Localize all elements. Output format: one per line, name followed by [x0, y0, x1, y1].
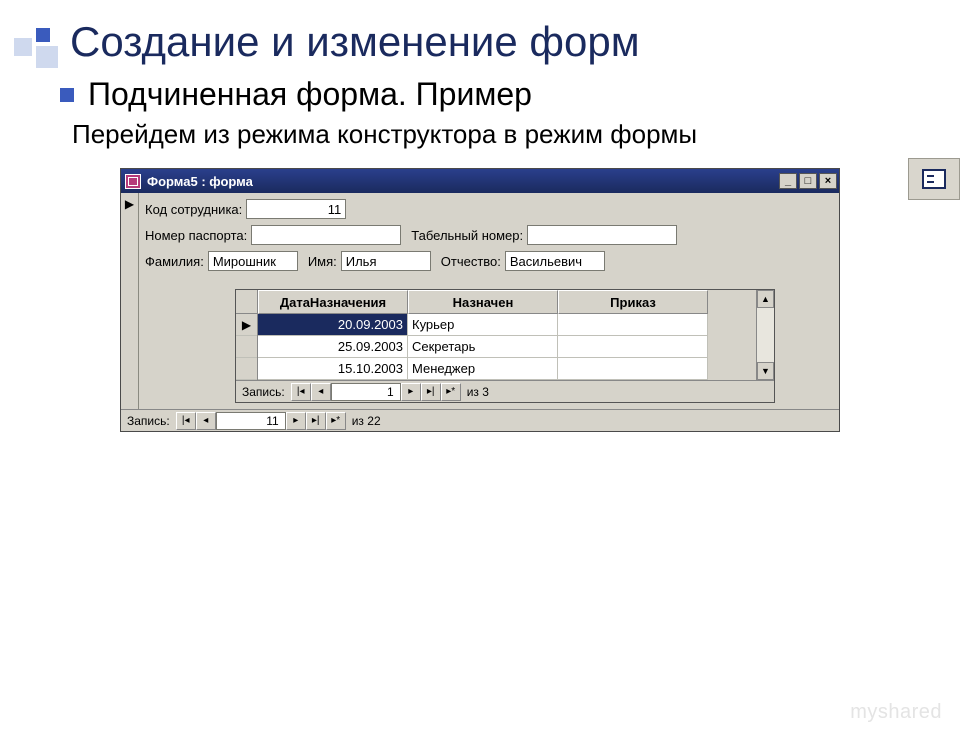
close-button[interactable]: ×: [819, 173, 837, 189]
window-title: Форма5 : форма: [147, 174, 779, 189]
cell-order[interactable]: [558, 314, 708, 336]
nav-next-button[interactable]: ▸: [286, 412, 306, 430]
cell-date[interactable]: 20.09.2003: [258, 314, 408, 336]
nav-last-button[interactable]: ▸|: [306, 412, 326, 430]
form-window: Форма5 : форма _ □ × ▶ Код сотрудника: 1…: [120, 168, 840, 432]
nav-prev-button[interactable]: ◂: [196, 412, 216, 430]
scroll-up-button[interactable]: ▲: [757, 290, 774, 308]
recnav-label: Запись:: [236, 385, 291, 399]
recnav-current-input[interactable]: 11: [216, 412, 286, 430]
patronymic-label: Отчество:: [441, 254, 501, 269]
tabel-label: Табельный номер:: [411, 228, 523, 243]
col-header-position[interactable]: Назначен: [408, 290, 558, 314]
form-view-mode-button[interactable]: [908, 158, 960, 200]
col-header-date[interactable]: ДатаНазначения: [258, 290, 408, 314]
recnav-label: Запись:: [121, 414, 176, 428]
firstname-input[interactable]: Илья: [341, 251, 431, 271]
passport-label: Номер паспорта:: [145, 228, 247, 243]
subform-record-navigator: Запись: |◂ ◂ 1 ▸ ▸| ▸* из 3: [236, 380, 774, 402]
firstname-label: Имя:: [308, 254, 337, 269]
maximize-button[interactable]: □: [799, 173, 817, 189]
emp-code-input[interactable]: 11: [246, 199, 346, 219]
watermark: myshared: [850, 701, 942, 724]
cell-date[interactable]: 15.10.2003: [258, 358, 408, 380]
form-view-icon: [922, 169, 946, 189]
nav-new-button[interactable]: ▸*: [441, 383, 461, 401]
cell-order[interactable]: [558, 358, 708, 380]
cell-position[interactable]: Секретарь: [408, 336, 558, 358]
subform: ▶ ДатаНазначения Назначен Приказ 20: [235, 289, 775, 403]
table-row[interactable]: 20.09.2003 Курьер: [258, 314, 756, 336]
form-record-navigator: Запись: |◂ ◂ 11 ▸ ▸| ▸* из 22: [121, 409, 839, 431]
table-row[interactable]: 25.09.2003 Секретарь: [258, 336, 756, 358]
scroll-down-button[interactable]: ▼: [757, 362, 774, 380]
col-header-order[interactable]: Приказ: [558, 290, 708, 314]
form-icon: [125, 174, 141, 189]
bullet-icon: [60, 88, 74, 102]
nav-new-button[interactable]: ▸*: [326, 412, 346, 430]
subform-scrollbar[interactable]: ▲ ▼: [756, 290, 774, 380]
recnav-of-label: из 3: [461, 385, 495, 399]
cell-date[interactable]: 25.09.2003: [258, 336, 408, 358]
titlebar[interactable]: Форма5 : форма _ □ ×: [121, 169, 839, 193]
minimize-button[interactable]: _: [779, 173, 797, 189]
nav-next-button[interactable]: ▸: [401, 383, 421, 401]
subform-row-selector[interactable]: [236, 358, 257, 380]
passport-input[interactable]: [251, 225, 401, 245]
cell-position[interactable]: Менеджер: [408, 358, 558, 380]
nav-first-button[interactable]: |◂: [176, 412, 196, 430]
patronymic-input[interactable]: Васильевич: [505, 251, 605, 271]
tabel-input[interactable]: [527, 225, 677, 245]
subtitle-text: Перейдем из режима конструктора в режим …: [72, 119, 930, 150]
subform-row-selector[interactable]: [236, 336, 257, 358]
record-selector[interactable]: ▶: [121, 193, 139, 409]
page-title: Создание и изменение форм: [70, 18, 930, 66]
lastname-label: Фамилия:: [145, 254, 204, 269]
emp-code-label: Код сотрудника:: [145, 202, 242, 217]
nav-last-button[interactable]: ▸|: [421, 383, 441, 401]
bullet-text: Подчиненная форма. Пример: [88, 76, 532, 113]
recnav-current-input[interactable]: 1: [331, 383, 401, 401]
nav-prev-button[interactable]: ◂: [311, 383, 331, 401]
nav-first-button[interactable]: |◂: [291, 383, 311, 401]
cell-order[interactable]: [558, 336, 708, 358]
lastname-input[interactable]: Мирошник: [208, 251, 298, 271]
subform-row-selector[interactable]: ▶: [236, 314, 257, 336]
cell-position[interactable]: Курьер: [408, 314, 558, 336]
recnav-of-label: из 22: [346, 414, 387, 428]
table-row[interactable]: 15.10.2003 Менеджер: [258, 358, 756, 380]
bullet-item: Подчиненная форма. Пример: [60, 76, 930, 113]
